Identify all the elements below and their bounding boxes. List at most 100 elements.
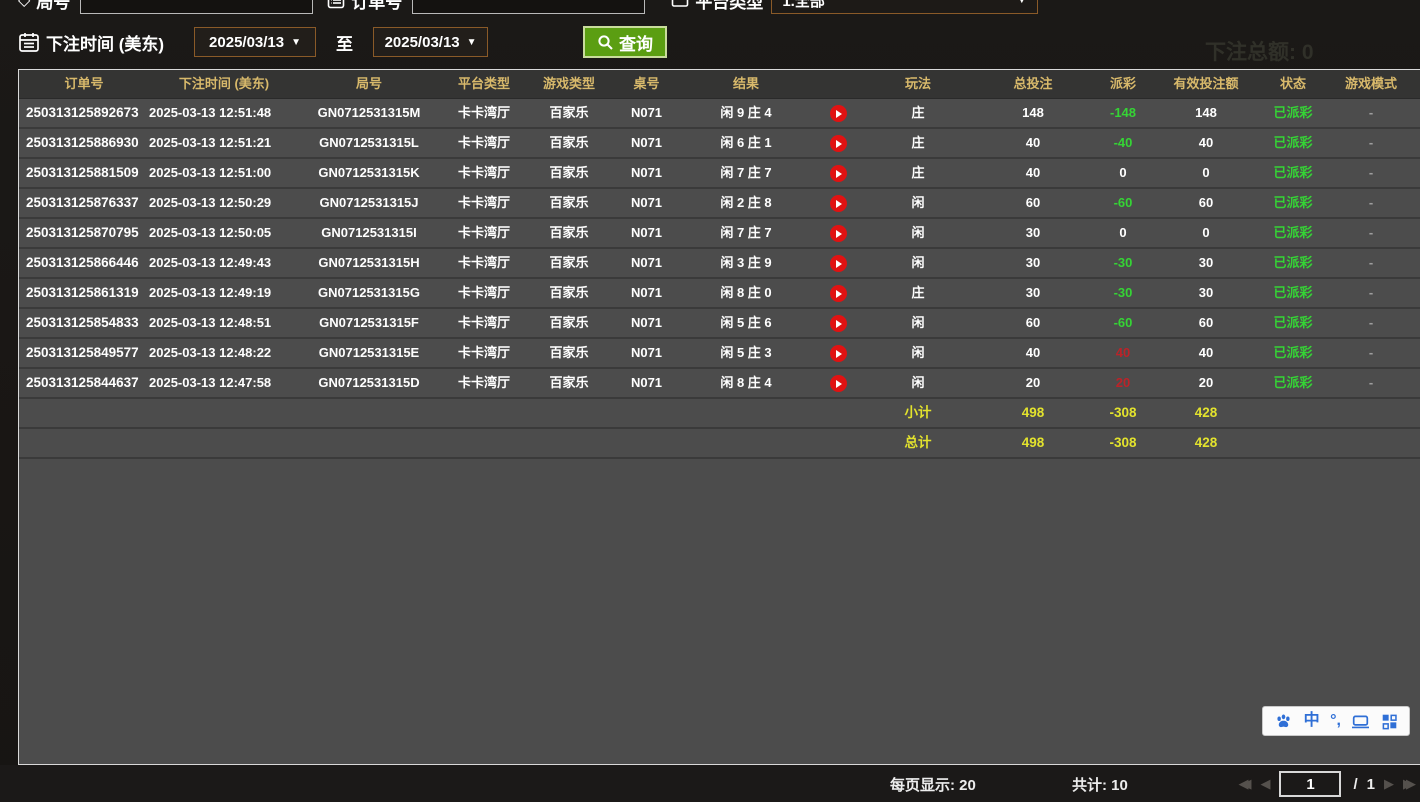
ime-chinese-mode-icon[interactable]: 中 [1304, 713, 1320, 729]
per-page-label: 每页显示: 20 [890, 774, 976, 795]
bet-time-cell: 2025-03-13 12:51:21 [149, 129, 299, 157]
status-cell: 已派彩 [1264, 309, 1322, 337]
table-row: 250313125886930 2025-03-13 12:51:21 GN07… [19, 129, 1420, 159]
bet-time-cell: 2025-03-13 12:50:05 [149, 219, 299, 247]
page-separator: / [1353, 776, 1357, 793]
status-cell: 已派彩 [1264, 219, 1322, 247]
play-icon [836, 170, 842, 178]
pagination-bar: 每页显示: 20 共计: 10 ◀◀ ◀ / 1 ▶ ▶▶ [0, 765, 1420, 802]
replay-cell [808, 99, 868, 127]
platform-cell: 卡卡湾厅 [439, 279, 529, 307]
platform-cell: 卡卡湾厅 [439, 249, 529, 277]
record-count-label: 共计: 10 [1072, 774, 1128, 795]
last-page-button[interactable]: ▶▶ [1403, 776, 1416, 792]
table-row: 250313125854833 2025-03-13 12:48:51 GN07… [19, 309, 1420, 339]
platform-type-select[interactable]: 1.全部 ▼ [771, 0, 1038, 14]
platform-cell: 卡卡湾厅 [439, 219, 529, 247]
table-number-cell: N071 [609, 309, 684, 337]
replay-play-button[interactable] [830, 105, 847, 122]
round-number-input[interactable] [80, 0, 313, 14]
result-cell: 闲 2 庄 8 [684, 189, 808, 217]
play-icon [836, 140, 842, 148]
status-cell: 已派彩 [1264, 189, 1322, 217]
play-icon [836, 110, 842, 118]
play-icon [836, 200, 842, 208]
status-cell: 已派彩 [1264, 339, 1322, 367]
bet-type-cell: 庄 [868, 159, 968, 187]
prev-page-button[interactable]: ◀ [1260, 776, 1270, 792]
replay-play-button[interactable] [830, 135, 847, 152]
query-button[interactable]: 查询 [583, 26, 667, 58]
ime-paw-icon[interactable] [1274, 712, 1293, 730]
valid-bet-cell: 30 [1148, 279, 1264, 307]
round-number-cell: GN0712531315G [299, 279, 439, 307]
page-number-input[interactable] [1279, 771, 1341, 797]
filter-row-top: ◇ 局号 订单号 平台类型 1.全部 ▼ [18, 0, 1038, 14]
result-cell: 闲 9 庄 4 [684, 99, 808, 127]
status-cell: 已派彩 [1264, 279, 1322, 307]
payout-cell: -60 [1098, 309, 1148, 337]
game-type-cell: 百家乐 [529, 99, 609, 127]
table-number-cell: N071 [609, 279, 684, 307]
round-number-cell: GN0712531315F [299, 309, 439, 337]
list-icon [327, 0, 345, 9]
play-icon [836, 290, 842, 298]
col-header-bet-type: 玩法 [868, 70, 968, 98]
order-number-input[interactable] [412, 0, 645, 14]
chevron-down-icon: ▼ [291, 37, 301, 48]
table-number-cell: N071 [609, 99, 684, 127]
date-range-to-label: 至 [336, 30, 353, 55]
chevron-down-icon: ▼ [1016, 0, 1027, 6]
replay-play-button[interactable] [830, 315, 847, 332]
first-page-button[interactable]: ◀◀ [1238, 776, 1251, 792]
result-cell: 闲 5 庄 6 [684, 309, 808, 337]
play-icon [836, 230, 842, 238]
ime-punctuation-mode-icon[interactable]: °, [1330, 713, 1341, 729]
col-header-status: 状态 [1264, 70, 1322, 98]
bet-type-cell: 闲 [868, 219, 968, 247]
game-mode-cell: - [1322, 129, 1420, 157]
table-header-row: 订单号 下注时间 (美东) 局号 平台类型 游戏类型 桌号 结果 玩法 总投注 … [19, 70, 1420, 99]
subtotal-total-bet: 498 [968, 399, 1098, 427]
table-row: 250313125881509 2025-03-13 12:51:00 GN07… [19, 159, 1420, 189]
status-cell: 已派彩 [1264, 369, 1322, 397]
next-page-button[interactable]: ▶ [1384, 776, 1394, 792]
replay-play-button[interactable] [830, 195, 847, 212]
order-number-cell: 250313125886930 [19, 129, 149, 157]
game-mode-cell: - [1322, 219, 1420, 247]
ime-keyboard-icon[interactable] [1351, 713, 1370, 730]
round-number-cell: GN0712531315I [299, 219, 439, 247]
table-number-cell: N071 [609, 189, 684, 217]
game-type-cell: 百家乐 [529, 369, 609, 397]
replay-play-button[interactable] [830, 345, 847, 362]
records-panel: 订单号 下注时间 (美东) 局号 平台类型 游戏类型 桌号 结果 玩法 总投注 … [18, 69, 1420, 765]
game-type-cell: 百家乐 [529, 159, 609, 187]
replay-play-button[interactable] [830, 255, 847, 272]
date-to-picker[interactable]: 2025/03/13 ▼ [373, 27, 488, 57]
game-type-cell: 百家乐 [529, 339, 609, 367]
replay-play-button[interactable] [830, 375, 847, 392]
bet-time-cell: 2025-03-13 12:50:29 [149, 189, 299, 217]
col-header-table-no: 桌号 [609, 70, 684, 98]
table-row: 250313125870795 2025-03-13 12:50:05 GN07… [19, 219, 1420, 249]
page-count-label: 1 [1367, 776, 1375, 793]
subtotal-label: 小计 [868, 399, 968, 427]
order-number-cell: 250313125861319 [19, 279, 149, 307]
replay-play-button[interactable] [830, 285, 847, 302]
game-type-cell: 百家乐 [529, 279, 609, 307]
col-header-order: 订单号 [19, 70, 149, 98]
table-row: 250313125892673 2025-03-13 12:51:48 GN07… [19, 99, 1420, 129]
replay-play-button[interactable] [830, 225, 847, 242]
col-header-result: 结果 [684, 70, 808, 98]
result-cell: 闲 8 庄 4 [684, 369, 808, 397]
status-cell: 已派彩 [1264, 129, 1322, 157]
bet-time-cell: 2025-03-13 12:47:58 [149, 369, 299, 397]
date-from-picker[interactable]: 2025/03/13 ▼ [194, 27, 316, 57]
payout-cell: 0 [1098, 159, 1148, 187]
ime-toolbox-grid-icon[interactable] [1381, 713, 1398, 730]
total-total-bet: 498 [968, 429, 1098, 457]
result-cell: 闲 3 庄 9 [684, 249, 808, 277]
bet-type-cell: 闲 [868, 249, 968, 277]
replay-play-button[interactable] [830, 165, 847, 182]
query-button-label: 查询 [619, 30, 653, 55]
